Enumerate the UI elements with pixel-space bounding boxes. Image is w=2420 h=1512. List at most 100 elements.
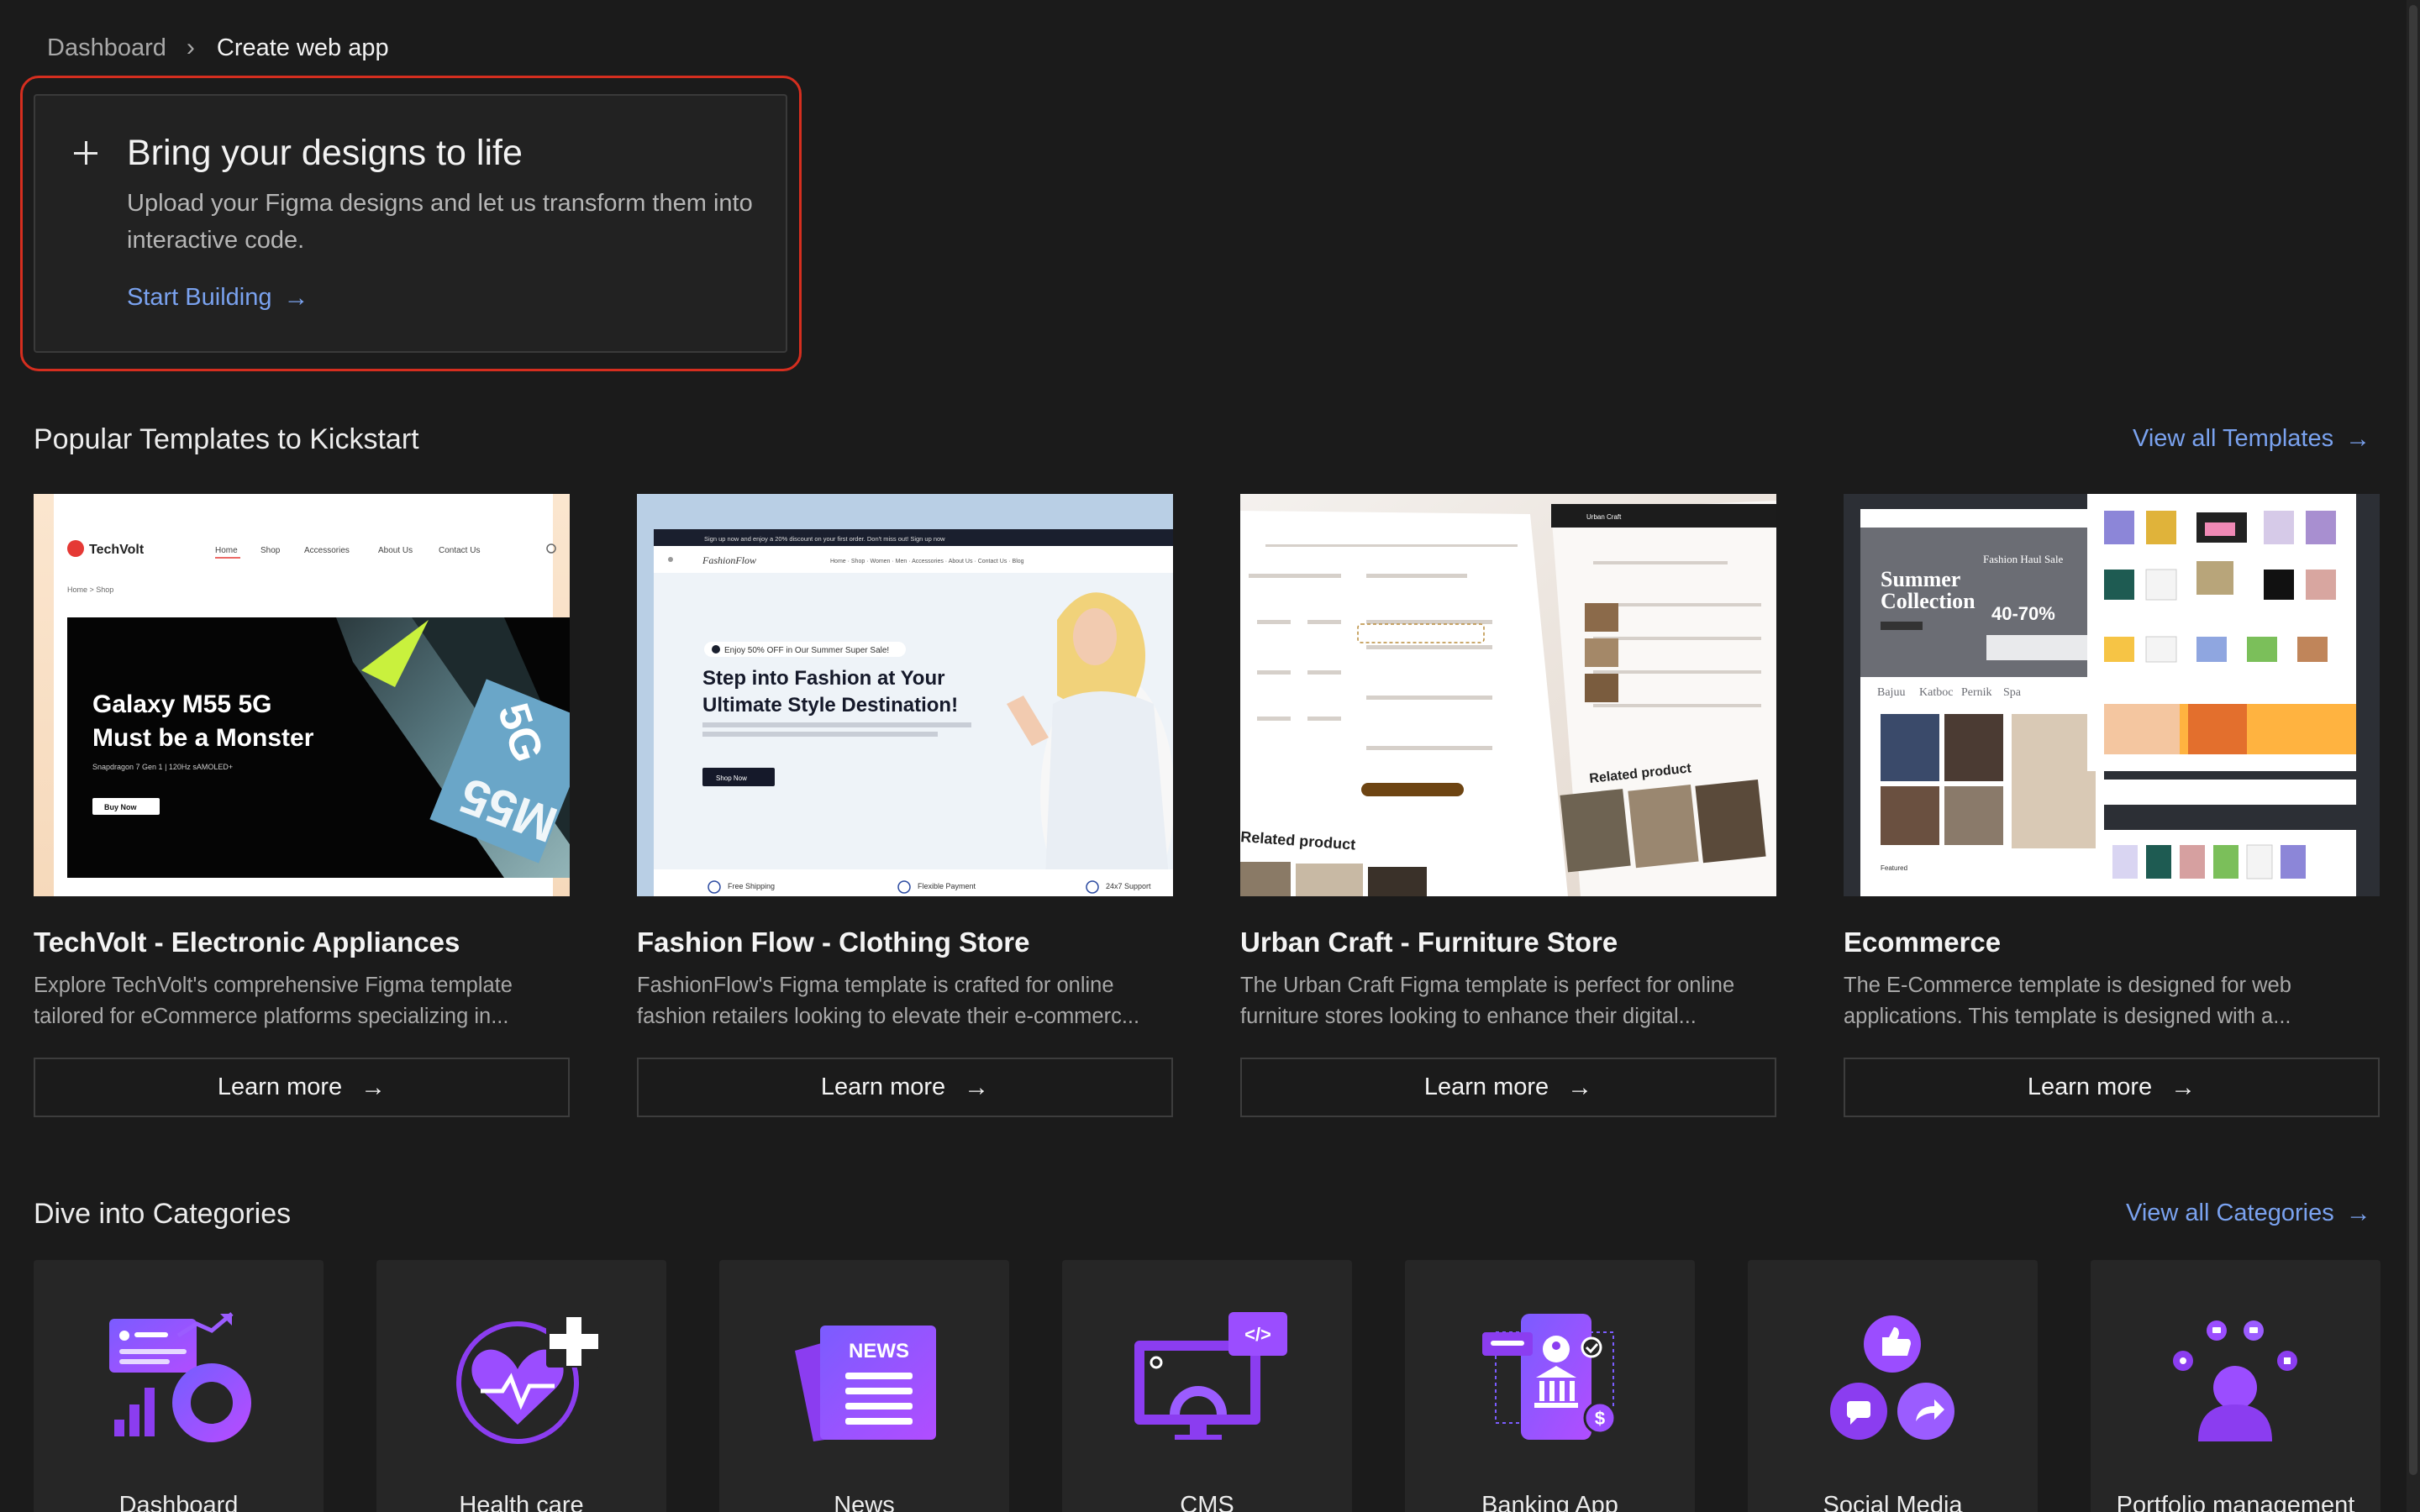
svg-text:40-70%: 40-70% [1991,603,2055,624]
breadcrumb: Dashboard › Create web app [47,34,389,62]
svg-text:Home > Shop: Home > Shop [67,585,113,594]
template-card-techvolt: TechVolt Home Shop Accessories About Us … [34,494,570,1117]
breadcrumb-current: Create web app [216,34,389,61]
learn-more-button[interactable]: Learn more → [1240,1058,1776,1117]
template-title: Fashion Flow - Clothing Store [637,927,1030,958]
arrow-right-icon: → [283,283,309,312]
arrow-right-icon: → [2170,1073,2196,1101]
category-card-social-media[interactable]: Social Media [1748,1260,2038,1512]
svg-text:Galaxy M55 5G: Galaxy M55 5G [92,690,271,718]
arrow-right-icon: → [2345,1199,2371,1227]
template-description: FashionFlow's Figma template is crafted … [637,974,1140,1028]
categories-section-title: Dive into Categories [34,1198,292,1230]
template-title: Urban Craft - Furniture Store [1240,927,1618,958]
view-all-templates-link[interactable]: View all Templates → [2133,425,2370,453]
category-card-news[interactable]: NEWS News [719,1260,1009,1512]
svg-text:$: $ [1595,1408,1605,1429]
learn-more-label: Learn more [1423,1074,1549,1100]
dashboard-icon [109,1312,251,1442]
category-label: Portfolio management [2116,1492,2355,1512]
svg-text:Summer: Summer [1881,567,1960,591]
view-all-templates-label: View all Templates [2133,425,2334,452]
svg-text:Buy Now: Buy Now [104,803,138,811]
svg-text:Bajuu: Bajuu [1877,686,1905,699]
category-card-health-care[interactable]: Health care [376,1260,666,1512]
arrow-right-icon: → [2345,424,2371,453]
template-card-ecommerce: Summer Collection Fashion Haul Sale 40-7… [1844,494,2380,1117]
svg-text:Flexible Payment: Flexible Payment [918,882,976,890]
breadcrumb-dashboard-link[interactable]: Dashboard [47,34,166,62]
chevron-right-icon: › [186,34,195,61]
page-scrollbar[interactable] [2407,0,2420,1512]
category-card-banking-app[interactable]: $ Banking App [1405,1260,1695,1512]
template-description: The Urban Craft Figma template is perfec… [1240,974,1735,1028]
category-label: News [834,1492,895,1512]
start-building-label: Start Building [127,284,272,311]
svg-text:Snapdragon 7 Gen 1 | 120Hz sAM: Snapdragon 7 Gen 1 | 120Hz sAMOLED+ [92,763,233,771]
svg-text:24x7 Support: 24x7 Support [1106,882,1151,890]
upload-description: Upload your Figma designs and let us tra… [127,190,753,254]
svg-text:Home: Home [215,546,238,555]
template-title: TechVolt - Electronic Appliances [34,927,460,958]
svg-text:Accessories: Accessories [304,546,350,555]
template-description: The E-Commerce template is designed for … [1844,974,2291,1028]
learn-more-button[interactable]: Learn more → [34,1058,570,1117]
template-description: Explore TechVolt's comprehensive Figma t… [34,974,513,1028]
arrow-right-icon: → [360,1073,387,1101]
svg-text:Must be a Monster: Must be a Monster [92,724,314,752]
learn-more-label: Learn more [2027,1074,2153,1100]
social-media-icon [1830,1315,1954,1440]
category-card-portfolio-management[interactable]: Portfolio management [2091,1260,2381,1512]
template-card-fashion-flow: Sign up now and enjoy a 20% discount on … [637,494,1173,1117]
svg-text:Katboc: Katboc [1919,686,1953,699]
learn-more-button[interactable]: Learn more → [637,1058,1173,1117]
svg-text:Enjoy 50% OFF in Our Summer Su: Enjoy 50% OFF in Our Summer Super Sale! [724,646,889,655]
template-thumbnail[interactable]: Urban Craft Related product Related prod… [1240,494,1776,896]
svg-text:Free Shipping: Free Shipping [728,882,775,890]
template-thumbnail[interactable]: Sign up now and enjoy a 20% discount on … [637,494,1173,896]
svg-text:Step into Fashion at Your: Step into Fashion at Your [702,667,944,690]
view-all-categories-label: View all Categories [2126,1200,2334,1226]
svg-text:Ultimate Style Destination!: Ultimate Style Destination! [702,694,958,717]
template-title: Ecommerce [1844,927,2002,958]
template-thumbnail[interactable]: Summer Collection Fashion Haul Sale 40-7… [1844,494,2380,896]
scrollbar-thumb[interactable] [2409,5,2417,1475]
arrow-right-icon: → [964,1073,990,1101]
template-card-urban-craft: Urban Craft Related product Related prod… [1240,494,1776,1117]
upload-title: Bring your designs to life [127,133,523,173]
svg-text:Contact Us: Contact Us [439,546,480,555]
start-building-link[interactable]: Start Building → [127,284,309,312]
learn-more-label: Learn more [820,1074,946,1100]
template-thumbnail[interactable]: TechVolt Home Shop Accessories About Us … [34,494,570,896]
svg-text:About Us: About Us [378,546,413,555]
plus-icon [74,141,97,165]
svg-text:Featured: Featured [1881,864,1907,872]
health-care-icon [456,1314,600,1444]
svg-text:Collection: Collection [1881,589,1975,613]
svg-text:FashionFlow: FashionFlow [702,554,756,566]
category-label: CMS [1180,1492,1234,1512]
category-label: Dashboard [118,1492,239,1512]
svg-text:</>: </> [1244,1324,1271,1345]
learn-more-button[interactable]: Learn more → [1844,1058,2380,1117]
svg-text:TechVolt: TechVolt [89,543,145,557]
svg-text:Shop Now: Shop Now [716,774,747,782]
templates-section-title: Popular Templates to Kickstart [34,423,419,455]
news-icon: NEWS [795,1326,936,1441]
svg-text:Home · Shop · Women · Men · Ac: Home · Shop · Women · Men · Accessories … [830,559,1024,564]
category-label: Social Media [1823,1492,1963,1512]
svg-text:Pernik: Pernik [1961,686,1992,699]
view-all-categories-link[interactable]: View all Categories → [2126,1200,2371,1227]
svg-text:Fashion Haul Sale: Fashion Haul Sale [1983,553,2064,565]
category-card-dashboard[interactable]: Dashboard [34,1260,324,1512]
learn-more-label: Learn more [217,1074,343,1100]
arrow-right-icon: → [1567,1073,1593,1101]
portfolio-management-icon [2173,1320,2297,1441]
category-label: Banking App [1481,1492,1618,1512]
banking-app-icon: $ [1482,1314,1617,1440]
category-card-cms[interactable]: </> CMS [1062,1260,1352,1512]
svg-text:Shop: Shop [260,546,281,555]
svg-text:Spa: Spa [2003,686,2022,699]
upload-card[interactable]: Bring your designs to life Upload your F… [34,94,787,353]
cms-icon: </> [1134,1312,1287,1440]
